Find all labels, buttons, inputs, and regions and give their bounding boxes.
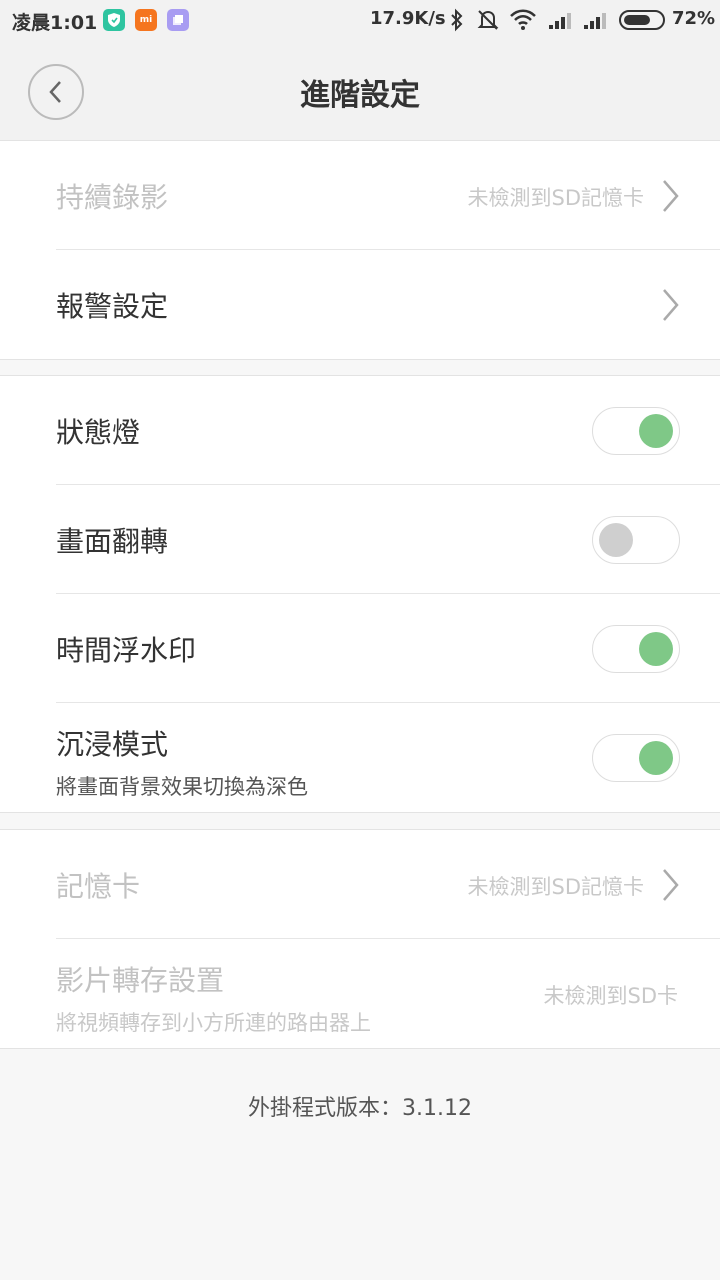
row-value: 未檢測到SD卡 — [543, 984, 678, 1008]
row-time-watermark: 時間浮水印 — [56, 594, 720, 703]
row-label: 狀態燈 — [56, 416, 141, 449]
row-video-backup[interactable]: 影片轉存設置 將視頻轉存到小方所連的路由器上 未檢測到SD卡 — [56, 939, 720, 1048]
chevron-right-icon — [663, 289, 679, 321]
row-status-light: 狀態燈 — [56, 376, 720, 485]
image-flip-toggle[interactable] — [592, 516, 680, 564]
cube-icon — [167, 9, 189, 31]
row-image-flip: 畫面翻轉 — [56, 485, 720, 594]
row-label: 時間浮水印 — [56, 634, 197, 667]
chevron-right-icon — [663, 869, 679, 901]
signal-icon — [548, 8, 574, 36]
toggle-knob — [639, 632, 673, 666]
row-description: 將畫面背景效果切換為深色 — [56, 775, 308, 799]
plugin-version: 外掛程式版本：3.1.12 — [248, 1096, 472, 1121]
wifi-icon — [509, 8, 537, 36]
row-value: 未檢測到SD記憶卡 — [467, 875, 645, 899]
page-title: 進階設定 — [300, 78, 420, 113]
row-label: 影片轉存設置 — [56, 964, 225, 997]
chevron-right-icon — [663, 180, 679, 212]
settings-group-recording: 持續錄影 未檢測到SD記憶卡 報警設定 — [0, 140, 720, 360]
status-light-toggle[interactable] — [592, 407, 680, 455]
row-label: 持續錄影 — [56, 181, 169, 214]
toggle-knob — [639, 741, 673, 775]
toggle-knob — [599, 523, 633, 557]
network-speed: 17.9K/s — [370, 8, 446, 29]
battery-icon — [619, 10, 665, 30]
settings-group-storage: 記憶卡 未檢測到SD記憶卡 影片轉存設置 將視頻轉存到小方所連的路由器上 未檢測… — [0, 829, 720, 1049]
status-time: 凌晨1:01 — [12, 12, 98, 34]
row-continuous-recording[interactable]: 持續錄影 未檢測到SD記憶卡 — [56, 141, 720, 250]
toggle-knob — [639, 414, 673, 448]
header-bar: 進階設定 — [0, 40, 720, 140]
mi-icon: mi — [135, 9, 157, 31]
row-alarm-settings[interactable]: 報警設定 — [56, 250, 720, 359]
row-label: 沉浸模式 — [56, 728, 169, 761]
time-watermark-toggle[interactable] — [592, 625, 680, 673]
row-label: 畫面翻轉 — [56, 525, 169, 558]
row-value: 未檢測到SD記憶卡 — [467, 186, 645, 210]
signal-icon — [583, 8, 609, 36]
row-label: 記憶卡 — [56, 870, 141, 903]
mute-icon — [476, 8, 500, 36]
battery-percent: 72% — [672, 8, 716, 29]
row-immersive-mode: 沉浸模式 將畫面背景效果切換為深色 — [56, 703, 720, 812]
row-memory-card[interactable]: 記憶卡 未檢測到SD記憶卡 — [56, 830, 720, 939]
status-bar: 凌晨1:01 mi 17.9K/s 72% — [0, 0, 720, 40]
row-label: 報警設定 — [56, 290, 169, 323]
battery-fill — [624, 15, 650, 25]
immersive-mode-toggle[interactable] — [592, 734, 680, 782]
row-description: 將視頻轉存到小方所連的路由器上 — [56, 1011, 371, 1035]
shield-icon — [103, 9, 125, 31]
settings-group-display: 狀態燈 畫面翻轉 時間浮水印 沉浸模式 將畫面背景效果切換為深色 — [0, 375, 720, 813]
bluetooth-icon — [449, 8, 465, 36]
